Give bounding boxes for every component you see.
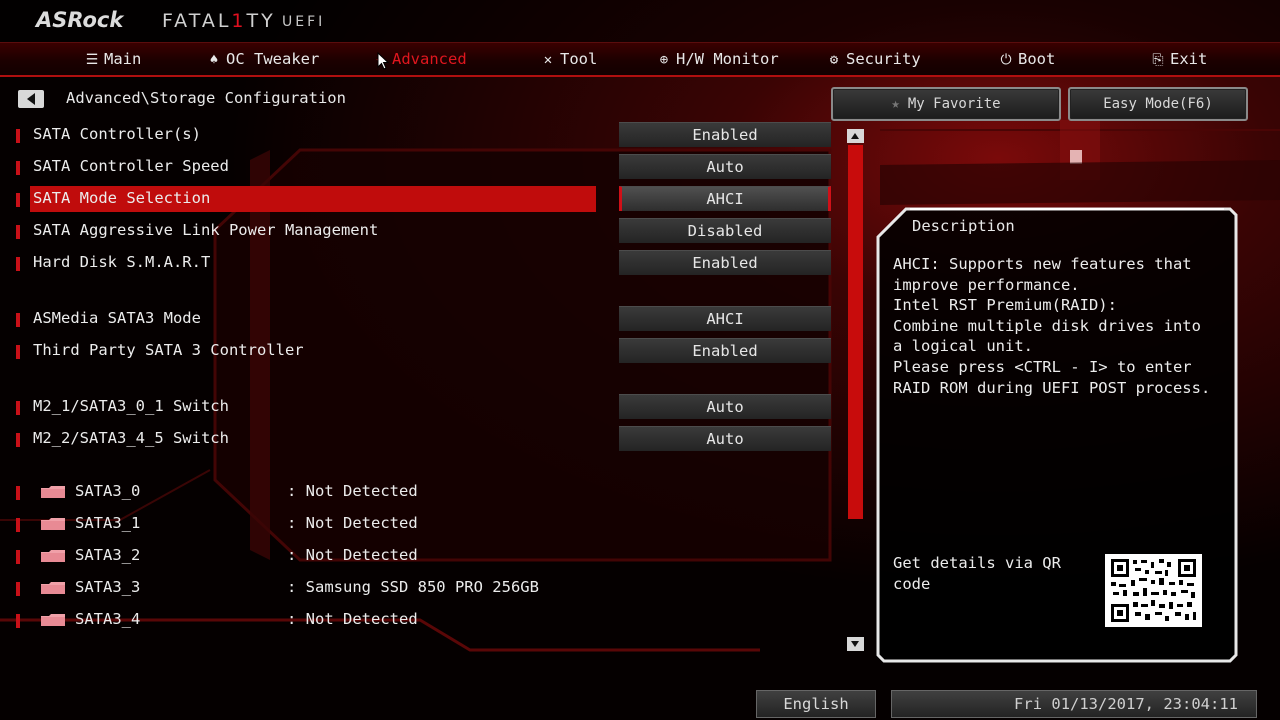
- row-marker: [16, 518, 20, 532]
- easy-mode-button[interactable]: Easy Mode(F6): [1068, 87, 1248, 121]
- setting-value[interactable]: Auto: [619, 394, 831, 419]
- drive-port: SATA3_3: [75, 578, 141, 596]
- drive-row[interactable]: SATA3_1 : Not Detected: [0, 510, 840, 538]
- tab-hw-monitor[interactable]: ⊕ H/W Monitor: [656, 43, 779, 75]
- row-marker: [16, 582, 20, 596]
- exit-icon: ⎘: [1152, 52, 1164, 68]
- row-marker: [16, 225, 20, 239]
- drive-port: SATA3_4: [75, 610, 141, 628]
- monitor-icon: ⊕: [659, 52, 669, 68]
- setting-row[interactable]: SATA Controller(s) Enabled: [0, 121, 840, 149]
- shield-icon: ⚙: [829, 52, 839, 68]
- row-marker: [16, 193, 20, 207]
- star-icon: ★: [891, 96, 900, 112]
- scrollbar[interactable]: [847, 129, 864, 651]
- row-marker: [16, 433, 20, 447]
- tab-security[interactable]: ⚙ Security: [826, 43, 921, 75]
- brand-logo: ASRock: [36, 8, 124, 32]
- setting-row[interactable]: ASMedia SATA3 Mode AHCI: [0, 305, 840, 333]
- power-icon: ⏻: [1000, 52, 1012, 68]
- scroll-up-button[interactable]: [847, 129, 864, 143]
- folder-icon: [41, 614, 65, 626]
- drive-status: : Not Detected: [287, 610, 418, 628]
- row-marker: [16, 161, 20, 175]
- setting-value[interactable]: Auto: [619, 154, 831, 179]
- setting-row[interactable]: Third Party SATA 3 Controller Enabled: [0, 337, 840, 365]
- drive-row[interactable]: SATA3_4 : Not Detected: [0, 606, 840, 634]
- setting-label: Hard Disk S.M.A.R.T: [33, 253, 211, 271]
- tab-main[interactable]: ☰ Main: [84, 43, 142, 75]
- row-marker: [16, 486, 20, 500]
- row-marker: [16, 257, 20, 271]
- setting-value[interactable]: Enabled: [619, 122, 831, 147]
- language-selector[interactable]: English: [756, 690, 876, 718]
- qr-label: Get details via QR code: [893, 554, 1061, 593]
- setting-row[interactable]: M2_1/SATA3_0_1 Switch Auto: [0, 393, 840, 421]
- folder-icon: [41, 486, 65, 498]
- setting-label: SATA Mode Selection: [33, 189, 211, 207]
- row-marker: [16, 129, 20, 143]
- firmware-label: UEFI: [282, 14, 326, 30]
- tab-boot[interactable]: ⏻ Boot: [998, 43, 1055, 75]
- setting-label: M2_1/SATA3_0_1 Switch: [33, 397, 229, 415]
- drive-port: SATA3_2: [75, 546, 141, 564]
- rocket-icon: ♠: [209, 52, 219, 68]
- setting-row-selected[interactable]: SATA Mode Selection AHCI: [0, 185, 840, 213]
- setting-value[interactable]: Enabled: [619, 338, 831, 363]
- datetime-display: Fri 01/13/2017, 23:04:11: [891, 690, 1257, 718]
- header-logo: ASRock FATAL1TY UEFI: [0, 0, 1280, 42]
- row-marker: [16, 614, 20, 628]
- drive-status: : Samsung SSD 850 PRO 256GB: [287, 578, 539, 596]
- setting-label: SATA Controller Speed: [33, 157, 229, 175]
- drive-status: : Not Detected: [287, 482, 418, 500]
- setting-value[interactable]: AHCI: [619, 306, 831, 331]
- row-marker: [16, 345, 20, 359]
- drive-row[interactable]: SATA3_2 : Not Detected: [0, 542, 840, 570]
- description-title: Description: [912, 217, 1015, 235]
- setting-row[interactable]: Hard Disk S.M.A.R.T Enabled: [0, 249, 840, 277]
- setting-value[interactable]: Enabled: [619, 250, 831, 275]
- breadcrumb: Advanced\Storage Configuration: [66, 89, 346, 107]
- my-favorite-button[interactable]: ★ My Favorite: [831, 87, 1061, 121]
- folder-icon: [41, 550, 65, 562]
- setting-value[interactable]: AHCI: [619, 186, 831, 211]
- row-marker: [16, 401, 20, 415]
- setting-label: ASMedia SATA3 Mode: [33, 309, 201, 327]
- folder-icon: [41, 518, 65, 530]
- series-logo: FATAL1TY: [162, 10, 276, 32]
- drive-port: SATA3_1: [75, 514, 141, 532]
- setting-label: SATA Controller(s): [33, 125, 201, 143]
- list-icon: ☰: [85, 52, 99, 68]
- row-marker: [16, 550, 20, 564]
- setting-row[interactable]: SATA Controller Speed Auto: [0, 153, 840, 181]
- drive-row[interactable]: SATA3_3 : Samsung SSD 850 PRO 256GB: [0, 574, 840, 602]
- row-marker: [16, 313, 20, 327]
- description-panel: Description AHCI: Supports new features …: [876, 207, 1238, 663]
- folder-icon: [41, 582, 65, 594]
- main-nav: ☰Main ♠OC Tweaker ★Advanced ✕Tool ⊕H/W M…: [0, 42, 1280, 77]
- tab-tool[interactable]: ✕ Tool: [540, 43, 598, 75]
- settings-list: SATA Controller(s) Enabled SATA Controll…: [0, 121, 840, 681]
- mouse-cursor-icon: [377, 52, 389, 70]
- tab-oc-tweaker[interactable]: ♠ OC Tweaker: [206, 43, 320, 75]
- description-text: AHCI: Supports new features that improve…: [893, 255, 1211, 397]
- setting-label: Third Party SATA 3 Controller: [33, 341, 304, 359]
- setting-value[interactable]: Disabled: [619, 218, 831, 243]
- back-arrow-icon: [27, 93, 35, 105]
- drive-row[interactable]: SATA3_0 : Not Detected: [0, 478, 840, 506]
- back-button[interactable]: [18, 90, 44, 108]
- setting-row[interactable]: M2_2/SATA3_4_5 Switch Auto: [0, 425, 840, 453]
- tools-icon: ✕: [543, 52, 553, 68]
- qr-code: [1105, 554, 1202, 627]
- tab-exit[interactable]: ⎘ Exit: [1150, 43, 1207, 75]
- drive-status: : Not Detected: [287, 514, 418, 532]
- setting-row[interactable]: SATA Aggressive Link Power Management Di…: [0, 217, 840, 245]
- setting-value[interactable]: Auto: [619, 426, 831, 451]
- setting-label: M2_2/SATA3_4_5 Switch: [33, 429, 229, 447]
- setting-label: SATA Aggressive Link Power Management: [33, 221, 379, 239]
- drive-port: SATA3_0: [75, 482, 141, 500]
- drive-status: : Not Detected: [287, 546, 418, 564]
- scroll-down-button[interactable]: [847, 637, 864, 651]
- scroll-thumb[interactable]: [848, 145, 863, 519]
